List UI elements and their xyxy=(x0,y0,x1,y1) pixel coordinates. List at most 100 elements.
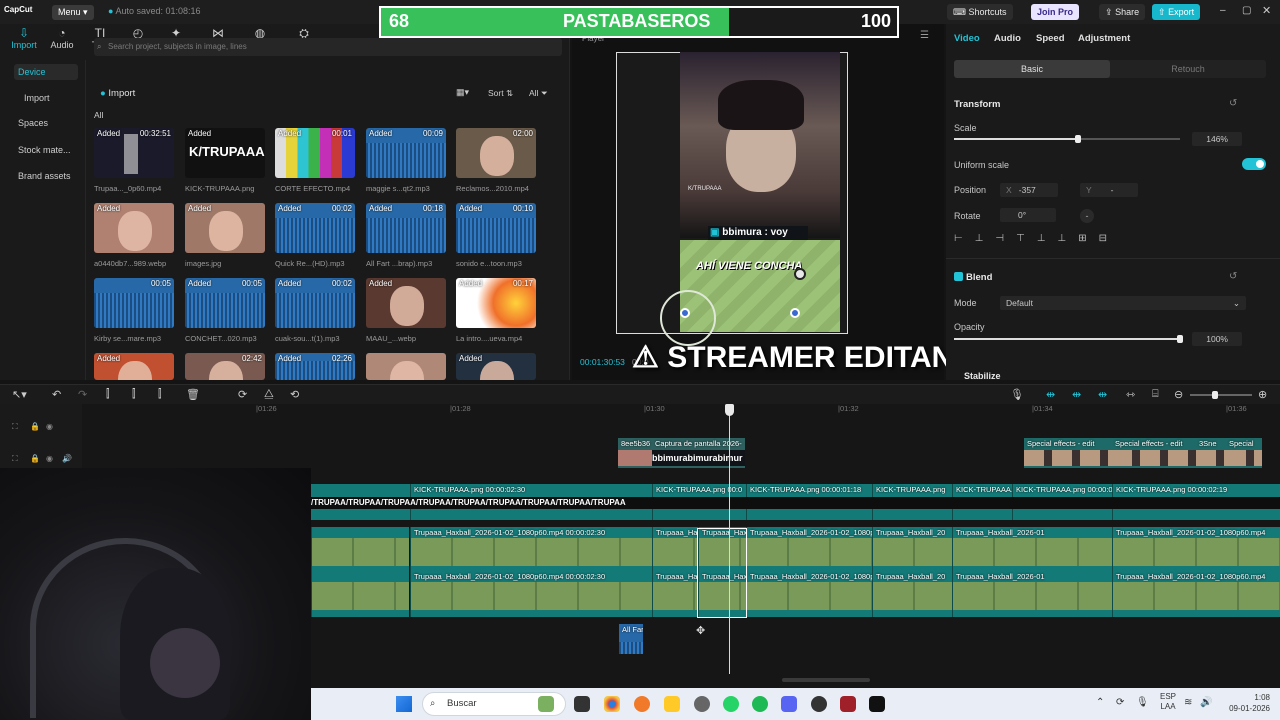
player-menu-icon[interactable]: ☰ xyxy=(920,30,929,41)
media-item[interactable]: Added 00:02 xyxy=(275,278,355,328)
video-clip[interactable]: Trupaaa_Haxball_20 xyxy=(872,571,952,617)
timeline-clip[interactable]: 8ee5b36 xyxy=(618,438,652,468)
reset-transform-icon[interactable]: ↺ xyxy=(1229,98,1237,109)
video-clip[interactable]: Trupaaa_Haxball_2026-01-02_1080p60.mp4 0… xyxy=(410,571,652,617)
media-item[interactable]: 02:00 xyxy=(456,128,536,178)
scale-input[interactable]: 146% xyxy=(1192,132,1242,146)
zoom-in-icon[interactable]: ⊕ xyxy=(1258,388,1267,401)
video-clip[interactable]: Trupaaa_Haxball_2026-01-02_1080p60.mp4 0… xyxy=(410,527,652,573)
rotate-dial-icon[interactable]: - xyxy=(1080,209,1094,223)
sidebar-item-import[interactable]: Import xyxy=(14,90,78,106)
recorder-icon[interactable] xyxy=(811,696,827,712)
share-button[interactable]: ⇪ Share xyxy=(1099,4,1146,20)
video-clip[interactable]: Trupaaa_Haxball_2026-01-02_1080p xyxy=(746,527,872,573)
sidebar-item-spaces[interactable]: Spaces xyxy=(14,115,78,131)
view-toggle-icon[interactable]: ▦▾ xyxy=(456,87,469,98)
video-clip[interactable] xyxy=(311,571,409,617)
basic-retouch-toggle[interactable]: Basic Retouch xyxy=(954,60,1266,78)
media-item[interactable] xyxy=(366,353,446,380)
video-clip[interactable]: Trupaaa_Hax xyxy=(652,527,698,573)
menu-button[interactable]: Menu ▾ xyxy=(52,5,94,20)
chrome-icon[interactable] xyxy=(604,696,620,712)
import-link[interactable]: ● Import xyxy=(100,88,135,99)
audio-clip[interactable]: All Far xyxy=(619,624,643,654)
media-item[interactable]: Added 00:18 xyxy=(366,203,446,253)
sidebar-item-device[interactable]: Device xyxy=(14,64,78,80)
position-x-input[interactable]: X -357 xyxy=(1000,183,1058,197)
obs-icon[interactable] xyxy=(694,696,710,712)
caption-icon[interactable]: ⌸ xyxy=(1152,388,1159,401)
media-item[interactable]: Added xyxy=(94,203,174,253)
minimize-icon[interactable]: – xyxy=(1220,5,1226,16)
select-tool-icon[interactable]: ↖▾ xyxy=(12,388,27,401)
filter-button[interactable]: All ⏷ xyxy=(529,88,548,99)
video-clip[interactable]: Trupaaa_Haxball_2026-01 xyxy=(952,571,1112,617)
media-item[interactable]: Added xyxy=(366,278,446,328)
windows-start-icon[interactable] xyxy=(396,696,412,712)
mode-select[interactable]: Default ⌄ xyxy=(1000,296,1246,310)
selected-clip-outline[interactable] xyxy=(697,528,747,618)
maximize-icon[interactable]: ▢ xyxy=(1242,5,1251,16)
media-item[interactable]: Added 00:17 xyxy=(456,278,536,328)
mirror-icon[interactable]: ⧋ xyxy=(264,388,274,401)
blend-checkbox[interactable] xyxy=(954,272,963,281)
media-item[interactable]: Added 00:32:51 xyxy=(94,128,174,178)
video-clip[interactable]: Trupaaa_Haxball_2026-01 xyxy=(952,527,1112,573)
file-explorer-icon[interactable] xyxy=(664,696,680,712)
delete-icon[interactable]: 🗑 xyxy=(186,388,200,401)
playhead-handle[interactable] xyxy=(725,404,734,416)
zoom-out-icon[interactable]: ⊖ xyxy=(1174,388,1183,401)
media-item[interactable]: 00:05 xyxy=(94,278,174,328)
opacity-input[interactable]: 100% xyxy=(1192,332,1242,346)
scale-slider[interactable] xyxy=(954,135,1180,143)
playhead[interactable] xyxy=(729,404,730,674)
sync-icon[interactable]: ⟳ xyxy=(1116,697,1124,708)
link-icon[interactable]: ⇹ xyxy=(1072,388,1081,401)
microphone-icon[interactable]: 🎙 xyxy=(1010,388,1024,401)
scale-slider-handle[interactable] xyxy=(1075,135,1082,143)
whatsapp-icon[interactable] xyxy=(723,696,739,712)
discord-icon[interactable] xyxy=(781,696,797,712)
rotate-icon[interactable]: ⟲ xyxy=(290,388,299,401)
uniform-scale-toggle[interactable] xyxy=(1242,158,1266,170)
media-item[interactable]: Added xyxy=(94,353,174,380)
language-indicator[interactable]: ESP LAA xyxy=(1160,692,1176,712)
effect-clip[interactable]: Special xyxy=(1226,438,1262,468)
align-toolbar[interactable]: ⊢⊥⊣⊤⊥⊥⊞⊟ xyxy=(954,233,1144,249)
reset-blend-icon[interactable]: ↺ xyxy=(1229,271,1237,282)
reverse-icon[interactable]: ⟳ xyxy=(238,388,247,401)
opacity-slider[interactable] xyxy=(954,335,1183,343)
timeline-clip[interactable]: Captura de pantalla 2026- bbimurabimurab… xyxy=(652,438,745,468)
media-item[interactable]: Added 00:01 xyxy=(275,128,355,178)
shortcuts-button[interactable]: ⌨ Shortcuts xyxy=(947,4,1013,20)
split-left-icon[interactable]: ⫿ xyxy=(132,388,136,401)
firefox-icon[interactable] xyxy=(634,696,650,712)
spotify-icon[interactable] xyxy=(752,696,768,712)
media-item[interactable]: Added xyxy=(185,203,265,253)
search-input[interactable]: ⌕ Search project, subjects in image, line… xyxy=(94,38,562,56)
zoom-slider-handle[interactable] xyxy=(1212,391,1218,399)
video-clip[interactable]: Trupaaa_Hax xyxy=(652,571,698,617)
video-clip[interactable]: Trupaaa_Haxball_2026-01-02_1080p60.mp4 xyxy=(1112,527,1280,573)
capcut-taskbar-icon[interactable] xyxy=(869,696,885,712)
effect-clip[interactable]: Special effects - edit xyxy=(1112,438,1196,468)
wifi-icon[interactable]: ≋ xyxy=(1184,697,1192,708)
join-pro-button[interactable]: Join Pro xyxy=(1031,4,1080,20)
audio-mute-icon[interactable]: 🔊 xyxy=(62,454,72,463)
task-view-icon[interactable] xyxy=(574,696,590,712)
split-icon[interactable]: ⫿ xyxy=(106,388,110,401)
magnet-icon[interactable]: ⇹ xyxy=(1046,388,1055,401)
export-button[interactable]: ⇧ Export xyxy=(1152,4,1201,20)
effect-clip[interactable]: 3Sne xyxy=(1196,438,1226,468)
tab-speed[interactable]: Speed xyxy=(1036,33,1065,44)
media-item[interactable]: Added xyxy=(456,353,536,380)
chevron-up-icon[interactable]: ⌃ xyxy=(1096,697,1104,708)
tab-retouch[interactable]: Retouch xyxy=(1110,60,1266,78)
media-item[interactable]: K/TRUPAAA Added xyxy=(185,128,265,178)
eye-icon[interactable]: ◉ xyxy=(46,422,53,431)
sidebar-item-brand-assets[interactable]: Brand assets xyxy=(14,168,78,184)
rotate-input[interactable]: 0° xyxy=(1000,208,1056,222)
clock[interactable]: 1:08 09-01-2026 xyxy=(1222,692,1270,714)
widget-icon[interactable] xyxy=(538,696,554,712)
media-item[interactable]: Added 02:26 xyxy=(275,353,355,380)
